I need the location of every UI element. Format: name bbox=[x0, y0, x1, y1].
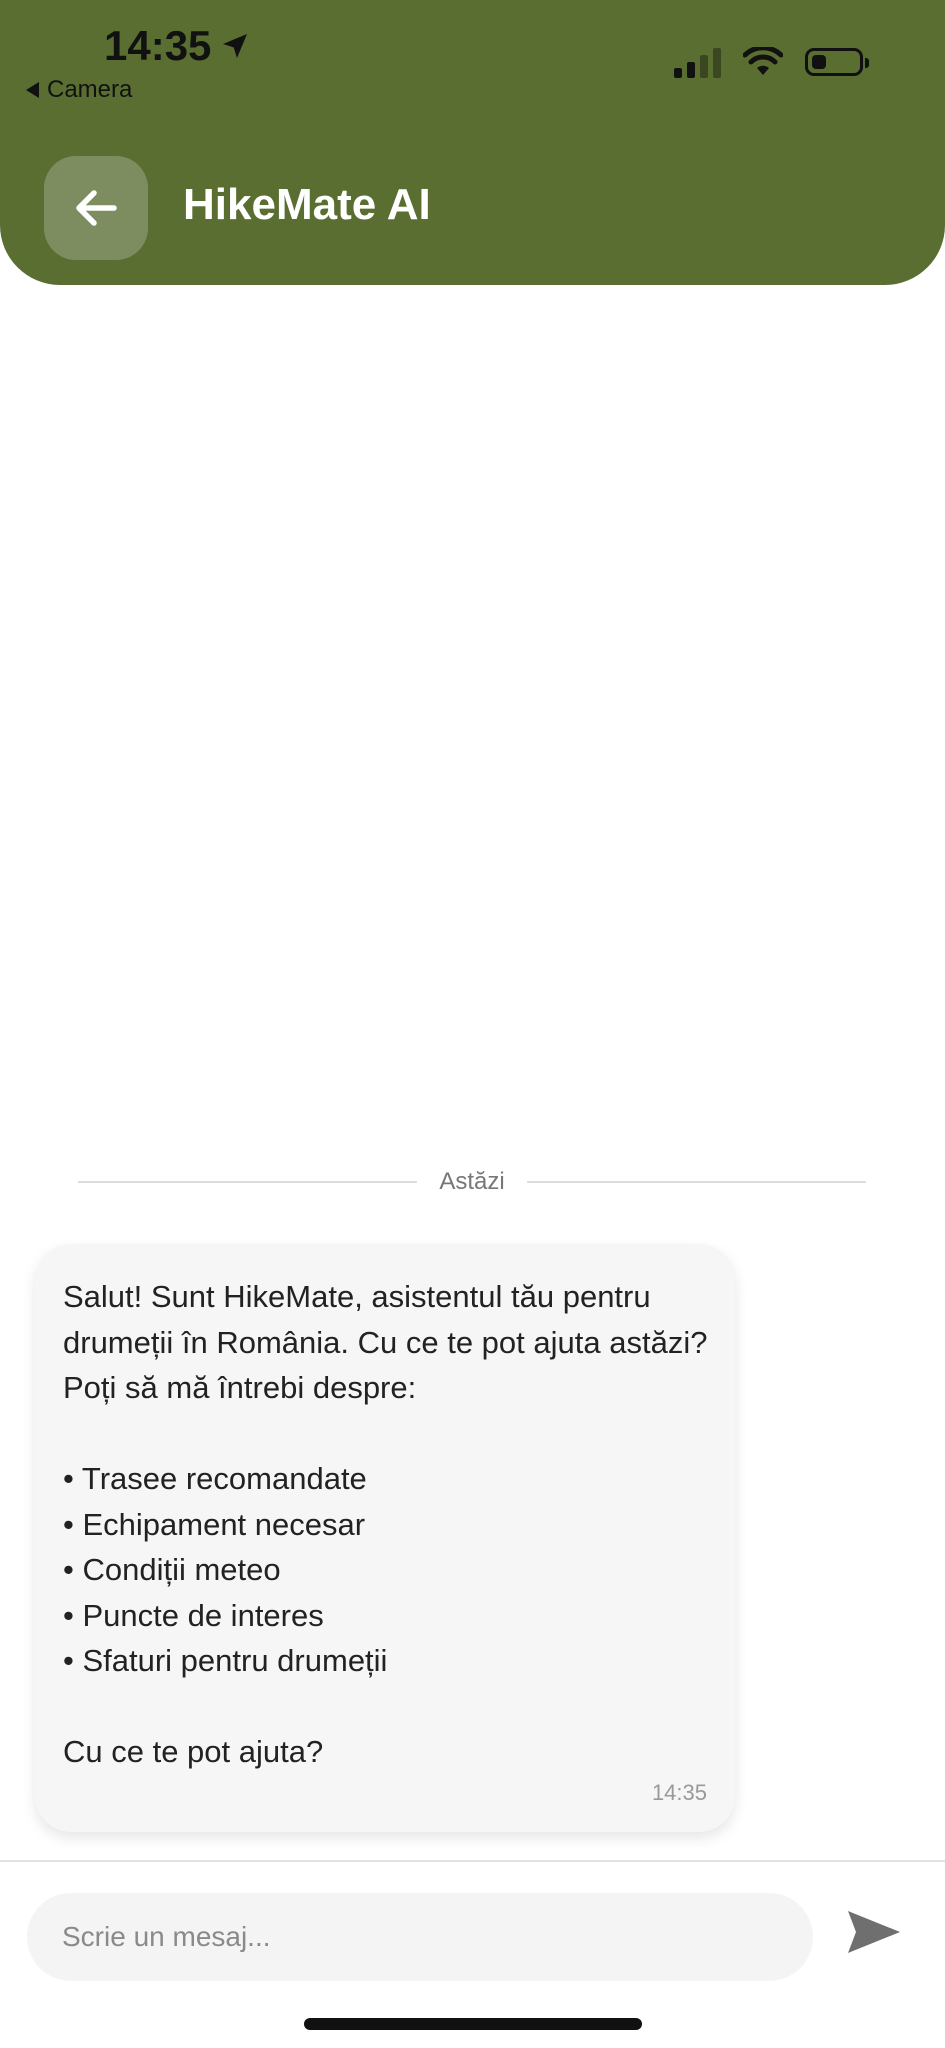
message-bullet: • Condiții meteo bbox=[63, 1552, 281, 1587]
message-input[interactable]: Scrie un mesaj... bbox=[27, 1893, 813, 1981]
cellular-signal-icon bbox=[674, 46, 721, 78]
message-timestamp: 14:35 bbox=[651, 1780, 707, 1805]
separator-line-right bbox=[526, 1181, 867, 1183]
wifi-icon bbox=[743, 47, 783, 75]
status-indicators bbox=[674, 46, 869, 78]
status-time-text: 14:35 bbox=[104, 22, 212, 69]
assistant-message-bubble: Salut! Sunt HikeMate, asistentul tău pen… bbox=[35, 1244, 735, 1832]
send-icon bbox=[848, 1911, 900, 1953]
message-bullet: • Puncte de interes bbox=[63, 1597, 324, 1633]
message-bullet: • Echipament necesar bbox=[63, 1506, 366, 1542]
message-input-placeholder: Scrie un mesaj... bbox=[62, 1921, 271, 1952]
battery-icon bbox=[805, 48, 869, 76]
home-indicator[interactable] bbox=[304, 2018, 642, 2030]
status-time: 14:35 bbox=[104, 22, 251, 70]
back-app-label: Camera bbox=[47, 76, 133, 103]
message-bullet: • Sfaturi pentru drumeții bbox=[63, 1643, 388, 1678]
message-text: Salut! Sunt HikeMate, asistentul tău pen… bbox=[63, 1274, 713, 1775]
back-to-camera[interactable]: Camera bbox=[26, 76, 132, 104]
location-arrow-icon bbox=[223, 34, 248, 58]
date-separator: Astăzi bbox=[78, 1168, 867, 1196]
composer-divider bbox=[0, 1860, 945, 1862]
separator-line-left bbox=[78, 1181, 418, 1183]
message-intro: Salut! Sunt HikeMate, asistentul tău pen… bbox=[63, 1279, 708, 1405]
message-closing: Cu ce te pot ajuta? bbox=[63, 1734, 324, 1769]
back-button[interactable] bbox=[44, 156, 148, 260]
send-button[interactable] bbox=[845, 1906, 903, 1958]
date-label: Astăzi bbox=[439, 1168, 505, 1195]
message-bullet: • Trasee recomandate bbox=[63, 1461, 367, 1496]
back-triangle-icon bbox=[26, 82, 39, 98]
page-title: HikeMate AI bbox=[183, 180, 431, 229]
app-header: 14:35 Camera HikeMate AI bbox=[0, 0, 945, 285]
arrow-left-icon bbox=[76, 190, 117, 226]
